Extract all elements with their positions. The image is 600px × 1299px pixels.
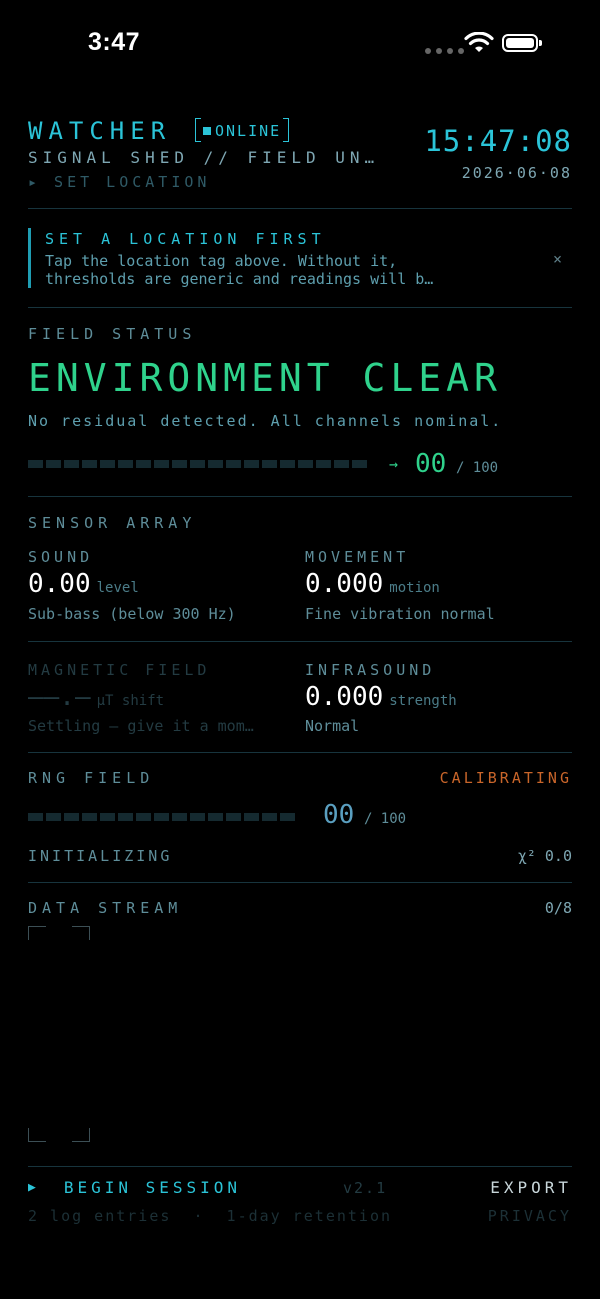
magnetic-field-label: MAGNETIC FIELD <box>28 661 211 679</box>
divider <box>28 307 572 308</box>
field-score-max: / 100 <box>455 460 499 476</box>
infrasound-unit: strength <box>389 693 457 709</box>
banner-line-1: Tap the location tag above. Without it, <box>45 252 398 270</box>
log-retention-info: 2 log entries · 1-day retention <box>28 1207 393 1225</box>
divider <box>28 1166 572 1167</box>
sound-note: Sub-bass (below 300 Hz) <box>28 605 236 623</box>
arrow-right-icon: → <box>389 455 399 473</box>
sound-label: SOUND <box>28 548 94 566</box>
meter-segment <box>226 813 241 821</box>
meter-segment <box>190 813 205 821</box>
status-description: No residual detected. All channels nomin… <box>28 412 503 430</box>
meter-segment <box>352 460 367 468</box>
app-version: v2.1 <box>343 1179 388 1197</box>
meter-segment <box>28 460 43 468</box>
meter-segment <box>118 460 133 468</box>
meter-segment <box>136 813 151 821</box>
meter-segment <box>172 813 187 821</box>
meter-segment <box>28 813 43 821</box>
magnetic-field-note: Settling — give it a mom… <box>28 717 254 735</box>
begin-session-label: BEGIN SESSION <box>63 1178 242 1197</box>
rng-level-meter <box>28 813 295 821</box>
data-stream-label: DATA STREAM <box>28 899 183 917</box>
meter-segment <box>64 460 79 468</box>
location-subtitle: SIGNAL SHED // FIELD UN… <box>28 148 380 167</box>
signal-dots-icon <box>425 48 464 54</box>
meter-segment <box>262 813 277 821</box>
movement-value: 0.000 <box>305 569 384 599</box>
meter-segment <box>154 813 169 821</box>
banner-title: SET A LOCATION FIRST <box>45 230 326 248</box>
clock: 15:47:08 <box>424 124 572 158</box>
battery-icon <box>502 34 542 52</box>
magnetic-field-unit: μT shift <box>96 693 165 709</box>
set-location-button[interactable]: ▸ SET LOCATION <box>28 173 210 191</box>
begin-session-button[interactable]: ▶ BEGIN SESSION <box>28 1178 241 1197</box>
field-status-label: FIELD STATUS <box>28 325 197 343</box>
divider <box>28 882 572 883</box>
divider <box>28 496 572 497</box>
meter-segment <box>298 460 313 468</box>
online-label: ONLINE <box>215 122 282 140</box>
movement-label: MOVEMENT <box>305 548 410 566</box>
sound-unit: level <box>96 580 139 596</box>
meter-segment <box>244 813 259 821</box>
rng-status: INITIALIZING <box>28 847 173 865</box>
meter-segment <box>64 813 79 821</box>
status-time: 3:47 <box>88 28 141 56</box>
meter-segment <box>154 460 169 468</box>
meter-segment <box>208 813 223 821</box>
infrasound-label: INFRASOUND <box>305 661 436 679</box>
field-score: 00 <box>415 449 447 479</box>
divider <box>28 208 572 209</box>
rng-state-badge: CALIBRATING <box>439 769 572 787</box>
meter-segment <box>100 460 115 468</box>
location-warning-banner: SET A LOCATION FIRST Tap the location ta… <box>28 228 572 288</box>
meter-segment <box>316 460 331 468</box>
wifi-icon <box>464 32 494 52</box>
meter-segment <box>208 460 223 468</box>
close-icon[interactable]: × <box>553 250 562 268</box>
environment-status: ENVIRONMENT CLEAR <box>28 356 502 400</box>
magnetic-field-value: ——.— <box>28 682 91 712</box>
meter-segment <box>262 460 277 468</box>
meter-segment <box>280 460 295 468</box>
sensor-array-label: SENSOR ARRAY <box>28 514 197 532</box>
movement-unit: motion <box>389 580 440 596</box>
data-stream-count: 0/8 <box>544 899 572 917</box>
field-level-meter <box>28 460 367 468</box>
date: 2026·06·08 <box>461 164 572 182</box>
banner-line-2: thresholds are generic and readings will… <box>45 270 434 288</box>
meter-segment <box>46 813 61 821</box>
meter-segment <box>82 460 97 468</box>
meter-segment <box>280 813 295 821</box>
rng-field-label: RNG FIELD <box>28 769 155 787</box>
meter-segment <box>82 813 97 821</box>
rng-chi-squared: χ² 0.0 <box>517 847 572 865</box>
meter-segment <box>226 460 241 468</box>
meter-segment <box>118 813 133 821</box>
export-button[interactable]: EXPORT <box>440 1178 572 1197</box>
data-stream-viewport <box>28 926 90 1142</box>
meter-segment <box>46 460 61 468</box>
meter-segment <box>136 460 151 468</box>
rng-score-max: / 100 <box>363 811 407 827</box>
app-title: WATCHER <box>28 117 172 145</box>
meter-segment <box>334 460 349 468</box>
meter-segment <box>244 460 259 468</box>
divider <box>28 641 572 642</box>
online-indicator-icon <box>203 127 211 135</box>
meter-segment <box>190 460 205 468</box>
meter-segment <box>172 460 187 468</box>
meter-segment <box>100 813 115 821</box>
play-icon: ▶ <box>28 1180 36 1195</box>
privacy-link[interactable]: PRIVACY <box>440 1207 572 1225</box>
movement-note: Fine vibration normal <box>305 605 495 623</box>
infrasound-value: 0.000 <box>305 682 384 712</box>
infrasound-note: Normal <box>305 717 360 735</box>
rng-score: 00 <box>323 800 355 830</box>
sound-value: 0.00 <box>28 569 91 599</box>
online-badge: ONLINE <box>195 118 290 144</box>
divider <box>28 752 572 753</box>
